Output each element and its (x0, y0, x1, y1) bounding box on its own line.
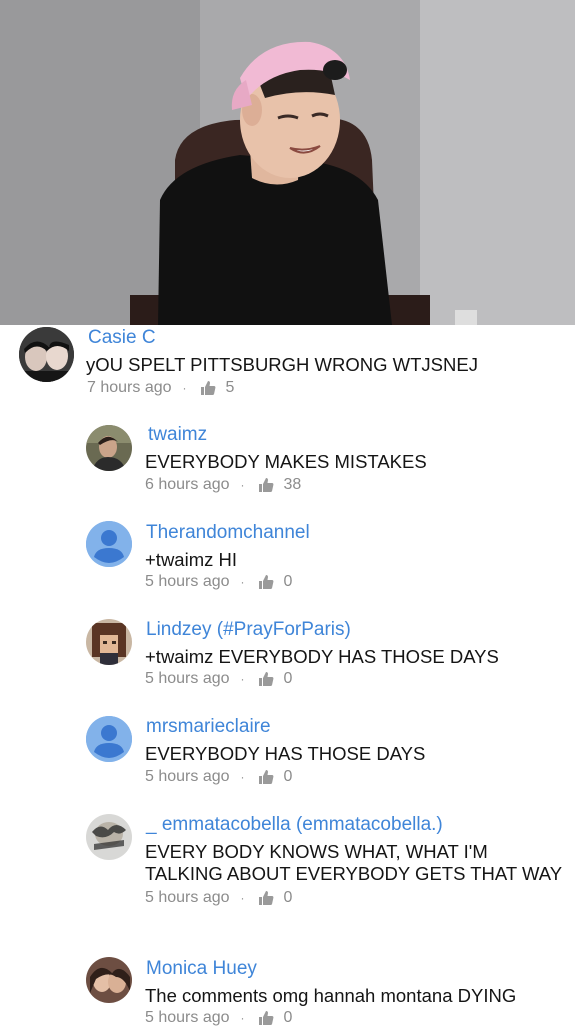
comment-author[interactable]: _ emmatacobella (emmatacobella.) (146, 814, 443, 836)
separator-dot: · (240, 672, 245, 686)
comment-time: 5 hours ago (145, 573, 230, 590)
comment-time: 5 hours ago (145, 889, 230, 906)
comment-time: 5 hours ago (145, 670, 230, 687)
comment-meta: 7 hours ago · 5 (87, 379, 234, 397)
comment-text: +twaimz HI (145, 549, 238, 570)
photo-avatar-icon (86, 425, 132, 471)
comment-text: +twaimz EVERYBODY HAS THOSE DAYS (145, 646, 499, 667)
comment-author[interactable]: Therandomchannel (146, 522, 310, 544)
comment-author[interactable]: twaimz (148, 424, 207, 446)
photo-avatar-icon (86, 814, 132, 860)
default-avatar-icon (86, 521, 132, 567)
comment-author[interactable]: Monica Huey (146, 958, 257, 980)
comment-meta: 5 hours ago · 0 (145, 768, 292, 786)
user-avatar[interactable] (86, 957, 132, 1003)
comment-text: TALKING ABOUT EVERYBODY GETS THAT WAY (145, 863, 563, 884)
comment-time: 5 hours ago (145, 768, 230, 785)
thumbs-up-icon[interactable] (200, 380, 216, 396)
separator-dot: · (240, 891, 245, 905)
video-player[interactable] (0, 0, 575, 325)
like-count: 0 (283, 670, 293, 687)
photo-avatar-icon (19, 327, 74, 382)
user-avatar[interactable] (86, 619, 132, 665)
user-avatar[interactable] (86, 521, 132, 567)
comment-time: 6 hours ago (145, 476, 230, 493)
separator-dot: · (182, 381, 187, 395)
like-count: 0 (283, 1009, 293, 1026)
user-avatar[interactable] (86, 425, 132, 471)
like-count: 38 (283, 476, 302, 493)
comment-meta: 5 hours ago · 0 (145, 670, 292, 688)
comment-time: 5 hours ago (145, 1009, 230, 1026)
like-count: 0 (283, 768, 293, 785)
default-avatar-icon (86, 716, 132, 762)
comment-text: EVERYBODY MAKES MISTAKES (145, 451, 427, 472)
comment-text: yOU SPELT PITTSBURGH WRONG WTJSNEJ (86, 354, 478, 375)
comment-author[interactable]: Lindzey (#PrayForParis) (146, 619, 351, 641)
comment-text: EVERY BODY KNOWS WHAT, WHAT I'M (145, 841, 488, 862)
comment-text: EVERYBODY HAS THOSE DAYS (145, 743, 426, 764)
like-count: 5 (225, 379, 235, 396)
comment-author[interactable]: mrsmarieclaire (146, 716, 271, 738)
separator-dot: · (240, 1011, 245, 1025)
separator-dot: · (240, 770, 245, 784)
user-avatar[interactable] (86, 716, 132, 762)
comment-meta: 6 hours ago · 38 (145, 476, 301, 494)
comment-text: The comments omg hannah montana DYING (145, 985, 517, 1006)
user-avatar[interactable] (19, 327, 74, 382)
thumbs-up-icon[interactable] (258, 769, 274, 785)
like-count: 0 (283, 889, 293, 906)
comment-meta: 5 hours ago · 0 (145, 889, 292, 907)
user-avatar[interactable] (86, 814, 132, 860)
photo-avatar-icon (86, 957, 132, 1003)
comment-meta: 5 hours ago · 0 (145, 1009, 292, 1027)
thumbs-up-icon[interactable] (258, 574, 274, 590)
separator-dot: · (240, 478, 245, 492)
comment-time: 7 hours ago (87, 379, 172, 396)
thumbs-up-icon[interactable] (258, 890, 274, 906)
pixel-avatar-icon (86, 619, 132, 665)
separator-dot: · (240, 575, 245, 589)
comment-meta: 5 hours ago · 0 (145, 573, 292, 591)
video-frame (0, 0, 575, 325)
comment-author[interactable]: Casie C (88, 327, 156, 349)
thumbs-up-icon[interactable] (258, 477, 274, 493)
thumbs-up-icon[interactable] (258, 671, 274, 687)
like-count: 0 (283, 573, 293, 590)
